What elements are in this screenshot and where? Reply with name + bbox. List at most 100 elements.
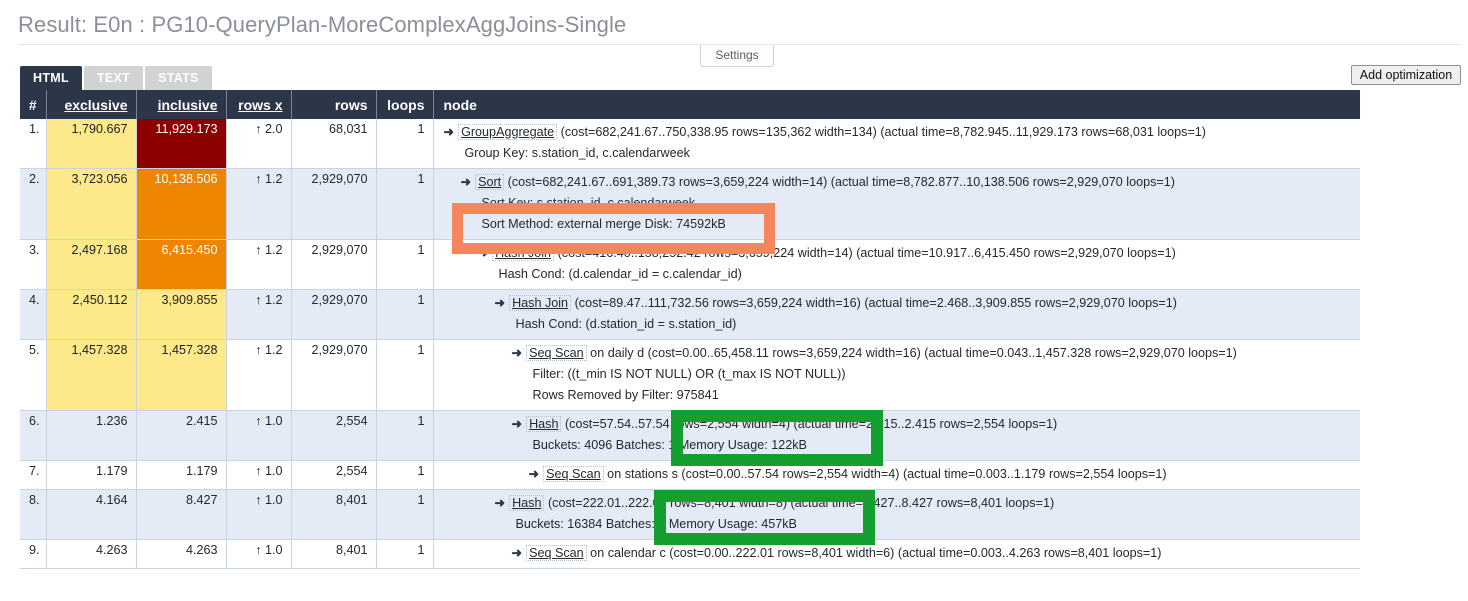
cell-exclusive: 4.263 <box>46 539 137 569</box>
cell-node: ➜ Sort (cost=682,241.67..691,389.73 rows=… <box>433 168 1360 240</box>
node-type-link[interactable]: Hash Join <box>492 245 555 261</box>
query-plan-table: # exclusive inclusive rows x rows loops … <box>20 90 1360 569</box>
cell-rows-x: ↑ 1.2 <box>226 339 292 411</box>
cell-inclusive: 2.415 <box>136 410 227 461</box>
cell-inclusive: 6,415.450 <box>136 239 227 290</box>
arrow-right-icon: ➜ <box>477 246 489 260</box>
cell-exclusive: 1.236 <box>46 410 137 461</box>
col-header-inclusive-label: inclusive <box>157 96 218 113</box>
cell-node: ➜ Hash Join (cost=416.40..158,252.42 rows… <box>433 239 1360 290</box>
node-cost-text: (cost=682,241.67..691,389.73 rows=3,659,… <box>504 175 1175 189</box>
node-cost-text: (cost=89.47..111,732.56 rows=3,659,224 w… <box>571 296 1177 310</box>
tab-stats[interactable]: STATS <box>145 66 212 90</box>
col-header-exclusive[interactable]: exclusive <box>46 90 137 119</box>
node-type-link[interactable]: Seq Scan <box>526 545 587 561</box>
row-number: 2. <box>20 168 47 240</box>
table-row[interactable]: 5. 1,457.328 1,457.328 ↑ 1.2 2,929,070 1 ➜ Seq … <box>20 339 1360 411</box>
table-row[interactable]: 6. 1.236 2.415 ↑ 1.0 2,554 1 ➜ Hash (cost=57.54… <box>20 410 1360 461</box>
cell-exclusive: 1,457.328 <box>46 339 137 411</box>
col-header-loops: loops <box>376 90 434 119</box>
cell-exclusive: 3,723.056 <box>46 168 137 240</box>
node-content: ➜ Hash (cost=57.54..57.54 rows=2,554 widt… <box>444 414 1353 456</box>
tab-html[interactable]: HTML <box>20 66 82 90</box>
node-type-link[interactable]: Hash <box>509 495 545 511</box>
cell-rows-x: ↑ 1.0 <box>226 460 292 490</box>
node-content: ➜ GroupAggregate (cost=682,241.67..750,33… <box>444 122 1353 164</box>
cell-rows: 8,401 <box>291 489 377 540</box>
node-detail-line: Group Key: s.station_id, c.calendarweek <box>464 146 690 160</box>
node-detail-line: Filter: ((t_min IS NOT NULL) OR (t_max I… <box>532 367 846 381</box>
node-summary-line: ➜ Seq Scan on calendar c (cost=0.00..222.… <box>512 543 1353 564</box>
cell-loops: 1 <box>376 119 434 169</box>
node-type-link[interactable]: Hash Join <box>509 295 572 311</box>
node-type-link[interactable]: Sort <box>475 174 505 190</box>
node-content: ➜ Hash Join (cost=416.40..158,252.42 rows… <box>444 243 1353 285</box>
node-type-link[interactable]: GroupAggregate <box>458 124 558 140</box>
node-content: ➜ Sort (cost=682,241.67..691,389.73 rows=… <box>444 172 1353 235</box>
cell-inclusive: 11,929.173 <box>136 119 227 169</box>
node-detail-line: Hash Cond: (d.station_id = s.station_id) <box>515 317 737 331</box>
node-detail-line: Buckets: 4096 Batches: 1 Memory Usage: 1… <box>532 438 807 452</box>
cell-rows: 2,929,070 <box>291 168 377 240</box>
node-type-link[interactable]: Seq Scan <box>526 345 587 361</box>
query-plan-body: 1. 1,790.667 11,929.173 ↑ 2.0 68,031 1 ➜ GroupA… <box>20 119 1360 569</box>
table-row[interactable]: 8. 4.164 8.427 ↑ 1.0 8,401 1 ➜ Hash (cost=222.0… <box>20 489 1360 540</box>
cell-rows-x: ↑ 1.0 <box>226 489 292 540</box>
table-row[interactable]: 7. 1.179 1.179 ↑ 1.0 2,554 1 ➜ Seq Scan on stat… <box>20 460 1360 490</box>
table-row[interactable]: 2. 3,723.056 10,138.506 ↑ 1.2 2,929,070 1 ➜ Sor… <box>20 168 1360 240</box>
cell-inclusive: 10,138.506 <box>136 168 227 240</box>
cell-loops: 1 <box>376 168 434 240</box>
page-title: Result: E0n : PG10-QueryPlan-MoreComplex… <box>18 12 627 37</box>
cell-exclusive: 2,450.112 <box>46 289 137 340</box>
node-cost-text: (cost=57.54..57.54 rows=2,554 width=4) (… <box>561 417 1058 431</box>
node-cost-text: on daily d (cost=0.00..65,458.11 rows=3,… <box>586 346 1237 360</box>
col-header-rows-x[interactable]: rows x <box>226 90 292 119</box>
arrow-right-icon: ➜ <box>460 175 472 189</box>
arrow-right-icon: ➜ <box>494 296 506 310</box>
cell-exclusive: 4.164 <box>46 489 137 540</box>
cell-node: ➜ Hash Join (cost=89.47..111,732.56 rows=… <box>433 289 1360 340</box>
cell-exclusive: 2,497.168 <box>46 239 137 290</box>
cell-loops: 1 <box>376 410 434 461</box>
node-summary-line: ➜ Hash Join (cost=416.40..158,252.42 rows… <box>478 243 1353 264</box>
node-content: ➜ Seq Scan on stations s (cost=0.00..57.5… <box>444 464 1353 485</box>
cell-exclusive: 1.179 <box>46 460 137 490</box>
table-row[interactable]: 4. 2,450.112 3,909.855 ↑ 1.2 2,929,070 1 ➜ Hash… <box>20 289 1360 340</box>
cell-rows: 2,554 <box>291 410 377 461</box>
table-row[interactable]: 9. 4.263 4.263 ↑ 1.0 8,401 1 ➜ Seq Scan on cale… <box>20 539 1360 569</box>
cell-rows: 2,554 <box>291 460 377 490</box>
node-detail-line: Hash Cond: (d.calendar_id = c.calendar_i… <box>498 267 742 281</box>
row-number: 4. <box>20 289 47 340</box>
cell-exclusive: 1,790.667 <box>46 119 137 169</box>
cell-rows-x: ↑ 2.0 <box>226 119 292 169</box>
cell-node: ➜ Seq Scan on calendar c (cost=0.00..222.… <box>433 539 1360 569</box>
node-type-link[interactable]: Seq Scan <box>543 466 604 482</box>
node-detail-line: Sort Key: s.station_id, c.calendarweek <box>481 196 696 210</box>
cell-rows: 8,401 <box>291 539 377 569</box>
row-number: 8. <box>20 489 47 540</box>
col-header-rows-x-label: rows x <box>238 96 283 113</box>
row-number: 6. <box>20 410 47 461</box>
cell-node: ➜ Seq Scan on daily d (cost=0.00..65,458.… <box>433 339 1360 411</box>
node-detail-line: Sort Method: external merge Disk: 74592k… <box>481 217 726 231</box>
row-number: 5. <box>20 339 47 411</box>
arrow-right-icon: ➜ <box>511 546 523 560</box>
node-summary-line: ➜ GroupAggregate (cost=682,241.67..750,33… <box>444 122 1353 143</box>
table-row[interactable]: 3. 2,497.168 6,415.450 ↑ 1.2 2,929,070 1 ➜ Hash… <box>20 239 1360 290</box>
node-type-link[interactable]: Hash <box>526 416 562 432</box>
col-header-inclusive[interactable]: inclusive <box>136 90 227 119</box>
tab-text[interactable]: TEXT <box>83 66 144 90</box>
cell-loops: 1 <box>376 489 434 540</box>
cell-inclusive: 1.179 <box>136 460 227 490</box>
cell-node: ➜ Hash (cost=57.54..57.54 rows=2,554 widt… <box>433 410 1360 461</box>
node-detail-line: Rows Removed by Filter: 975841 <box>532 388 719 402</box>
node-summary-line: ➜ Seq Scan on stations s (cost=0.00..57.5… <box>529 464 1353 485</box>
node-detail-line: Buckets: 16384 Batches: 1 Memory Usage: … <box>515 517 797 531</box>
cell-rows: 2,929,070 <box>291 289 377 340</box>
add-optimization-button[interactable]: Add optimization <box>1351 65 1461 85</box>
cell-inclusive: 3,909.855 <box>136 289 227 340</box>
cell-inclusive: 1,457.328 <box>136 339 227 411</box>
node-cost-text: (cost=416.40..158,252.42 rows=3,659,224 … <box>554 246 1176 260</box>
table-row[interactable]: 1. 1,790.667 11,929.173 ↑ 2.0 68,031 1 ➜ GroupA… <box>20 119 1360 169</box>
settings-button[interactable]: Settings <box>700 44 774 67</box>
